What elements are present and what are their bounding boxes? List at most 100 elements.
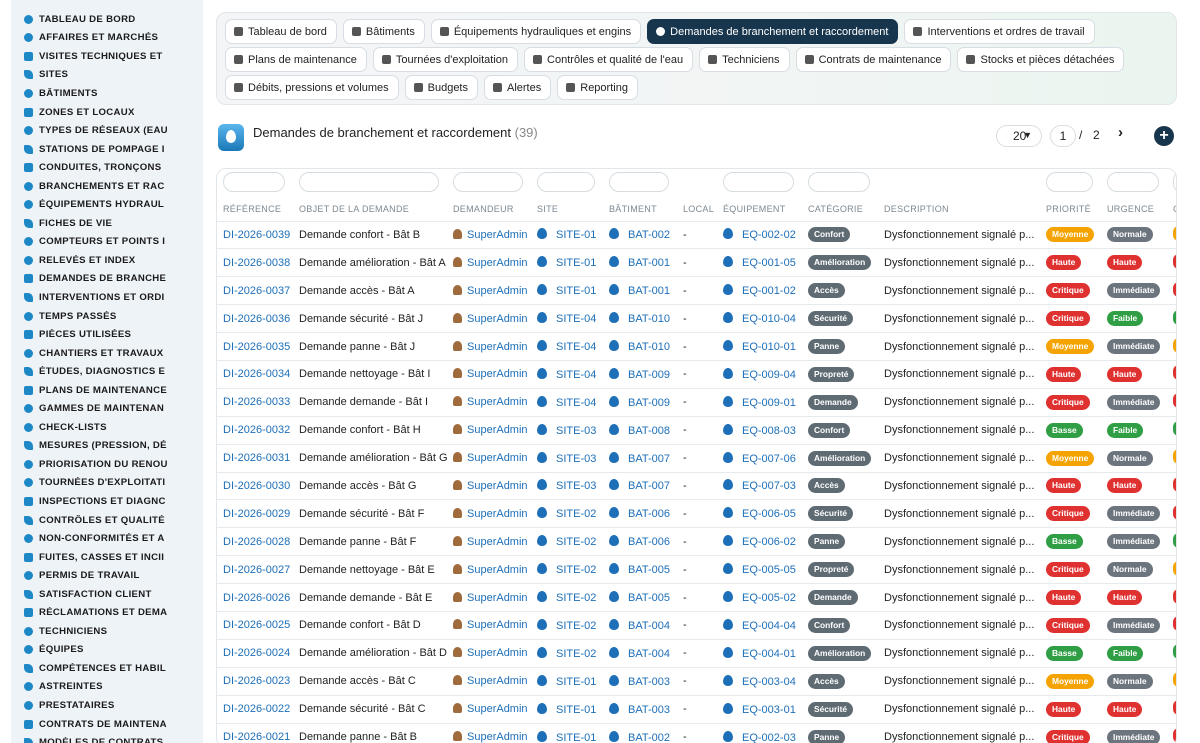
sidebar-item[interactable]: MODÈLES DE CONTRATS <box>11 733 203 743</box>
site-link[interactable]: SITE-04 <box>556 341 596 353</box>
reference-cell[interactable]: DI-2026-0034 <box>217 359 293 389</box>
reference-link[interactable]: DI-2026-0034 <box>223 368 290 380</box>
module-tab[interactable]: Budgets <box>404 75 478 100</box>
reference-cell[interactable]: DI-2026-0023 <box>217 666 293 696</box>
sidebar-item[interactable]: ÉQUIPEMENTS HYDRAUL <box>11 195 203 214</box>
site-link[interactable]: SITE-01 <box>556 229 596 241</box>
equipement-link[interactable]: EQ-007-06 <box>742 453 796 465</box>
reference-link[interactable]: DI-2026-0032 <box>223 424 290 436</box>
sidebar-item[interactable]: ÉQUIPES <box>11 641 203 660</box>
reference-cell[interactable]: DI-2026-0036 <box>217 304 293 333</box>
sidebar-item[interactable]: COMPTEURS ET POINTS I <box>11 233 203 252</box>
equipement-link[interactable]: EQ-005-05 <box>742 564 796 576</box>
table-row[interactable]: DI-2026-0030 Demande accès - Bât G SuperAd… <box>217 471 1176 500</box>
equipement-link[interactable]: EQ-010-04 <box>742 313 796 325</box>
reference-cell[interactable]: DI-2026-0030 <box>217 471 293 500</box>
batiment-link[interactable]: BAT-009 <box>628 369 670 381</box>
demandeur-link[interactable]: SuperAdmin <box>467 731 528 743</box>
sidebar-item[interactable]: ÉTUDES, DIAGNOSTICS E <box>11 362 203 381</box>
demandeur-link[interactable]: SuperAdmin <box>467 313 528 325</box>
reference-cell[interactable]: DI-2026-0024 <box>217 638 293 668</box>
sidebar-item[interactable]: CONDUITES, TRONÇONS <box>11 158 203 177</box>
sidebar-item[interactable]: VISITES TECHNIQUES ET <box>11 47 203 66</box>
sidebar-item[interactable]: FUITES, CASSES ET INCII <box>11 548 203 567</box>
equipement-link[interactable]: EQ-008-03 <box>742 425 796 437</box>
batiment-link[interactable]: BAT-005 <box>628 592 670 604</box>
site-link[interactable]: SITE-02 <box>556 592 596 604</box>
reference-link[interactable]: DI-2026-0025 <box>223 619 290 631</box>
column-filter-input[interactable] <box>453 172 523 192</box>
site-link[interactable]: SITE-01 <box>556 732 596 743</box>
demandeur-link[interactable]: SuperAdmin <box>467 424 528 436</box>
table-row[interactable]: DI-2026-0027 Demande nettoyage - Bât E Sup… <box>217 555 1176 584</box>
site-link[interactable]: SITE-04 <box>556 369 596 381</box>
batiment-link[interactable]: BAT-003 <box>628 704 670 716</box>
equipement-link[interactable]: EQ-005-02 <box>742 592 796 604</box>
equipement-link[interactable]: EQ-006-02 <box>742 536 796 548</box>
reference-cell[interactable]: DI-2026-0028 <box>217 527 293 556</box>
sidebar-item[interactable]: CHECK-LISTS <box>11 418 203 437</box>
reference-cell[interactable]: DI-2026-0035 <box>217 332 293 361</box>
reference-link[interactable]: DI-2026-0035 <box>223 341 290 353</box>
column-filter-input[interactable] <box>723 172 794 192</box>
demandeur-link[interactable]: SuperAdmin <box>467 592 528 604</box>
table-row[interactable]: DI-2026-0025 Demande confort - Bât D Super… <box>217 610 1176 640</box>
equipement-link[interactable]: EQ-003-01 <box>742 704 796 716</box>
sidebar-item[interactable]: INTERVENTIONS ET ORDI <box>11 288 203 307</box>
column-header[interactable]: DEMANDEUR <box>447 197 531 221</box>
sidebar-item[interactable]: PRESTATAIRES <box>11 696 203 715</box>
batiment-link[interactable]: BAT-009 <box>628 397 670 409</box>
sidebar-item[interactable]: BÂTIMENTS <box>11 84 203 103</box>
equipement-link[interactable]: EQ-002-02 <box>742 229 796 241</box>
sidebar-item[interactable]: BRANCHEMENTS ET RAC <box>11 177 203 196</box>
next-page-chevron-icon[interactable]: › <box>1118 124 1123 141</box>
reference-link[interactable]: DI-2026-0036 <box>223 313 290 325</box>
reference-link[interactable]: DI-2026-0031 <box>223 452 290 464</box>
sidebar-item[interactable]: FICHES DE VIE <box>11 214 203 233</box>
demandeur-link[interactable]: SuperAdmin <box>467 703 528 715</box>
sidebar-item[interactable]: TYPES DE RÉSEAUX (EAU <box>11 121 203 140</box>
batiment-link[interactable]: BAT-003 <box>628 676 670 688</box>
sidebar-item[interactable]: DEMANDES DE BRANCHE <box>11 270 203 289</box>
module-tab[interactable]: Bâtiments <box>342 19 425 44</box>
reference-cell[interactable]: DI-2026-0031 <box>217 443 293 473</box>
demandeur-link[interactable]: SuperAdmin <box>467 368 528 380</box>
site-link[interactable]: SITE-01 <box>556 676 596 688</box>
site-link[interactable]: SITE-02 <box>556 620 596 632</box>
batiment-link[interactable]: BAT-001 <box>628 257 670 269</box>
sidebar-item[interactable]: RÉCLAMATIONS ET DEMA <box>11 604 203 623</box>
table-row[interactable]: DI-2026-0033 Demande demande - Bât I Super… <box>217 387 1176 417</box>
reference-cell[interactable]: DI-2026-0021 <box>217 722 293 743</box>
table-row[interactable]: DI-2026-0021 Demande panne - Bât B SuperAd… <box>217 722 1176 743</box>
sidebar-item[interactable]: GAMMES DE MAINTENAN <box>11 399 203 418</box>
batiment-link[interactable]: BAT-001 <box>628 285 670 297</box>
equipement-link[interactable]: EQ-009-04 <box>742 369 796 381</box>
site-link[interactable]: SITE-01 <box>556 704 596 716</box>
site-link[interactable]: SITE-01 <box>556 257 596 269</box>
column-filter-input[interactable] <box>609 172 669 192</box>
reference-link[interactable]: DI-2026-0039 <box>223 229 290 241</box>
demandeur-link[interactable]: SuperAdmin <box>467 675 528 687</box>
column-header[interactable]: DESCRIPTION <box>878 197 1040 221</box>
reference-link[interactable]: DI-2026-0023 <box>223 675 290 687</box>
column-header[interactable]: C <box>1167 197 1176 221</box>
reference-cell[interactable]: DI-2026-0032 <box>217 415 293 445</box>
batiment-link[interactable]: BAT-006 <box>628 508 670 520</box>
reference-cell[interactable]: DI-2026-0039 <box>217 220 293 249</box>
equipement-link[interactable]: EQ-001-05 <box>742 257 796 269</box>
site-link[interactable]: SITE-04 <box>556 313 596 325</box>
column-filter-input[interactable] <box>1173 172 1176 192</box>
demandeur-link[interactable]: SuperAdmin <box>467 396 528 408</box>
column-filter-input[interactable] <box>537 172 595 192</box>
table-row[interactable]: DI-2026-0034 Demande nettoyage - Bât I Sup… <box>217 359 1176 389</box>
table-row[interactable]: DI-2026-0022 Demande sécurité - Bât C Supe… <box>217 694 1176 724</box>
reference-link[interactable]: DI-2026-0021 <box>223 731 290 743</box>
equipement-link[interactable]: EQ-006-05 <box>742 508 796 520</box>
table-row[interactable]: DI-2026-0036 Demande sécurité - Bât J Supe… <box>217 304 1176 333</box>
sidebar-item[interactable]: PRIORISATION DU RENOU <box>11 455 203 474</box>
column-filter-input[interactable] <box>223 172 285 192</box>
site-link[interactable]: SITE-02 <box>556 536 596 548</box>
module-tab[interactable]: Équipements hydrauliques et engins <box>430 19 642 44</box>
module-tab[interactable]: Contrats de maintenance <box>795 47 952 72</box>
column-filter-input[interactable] <box>1107 172 1159 192</box>
